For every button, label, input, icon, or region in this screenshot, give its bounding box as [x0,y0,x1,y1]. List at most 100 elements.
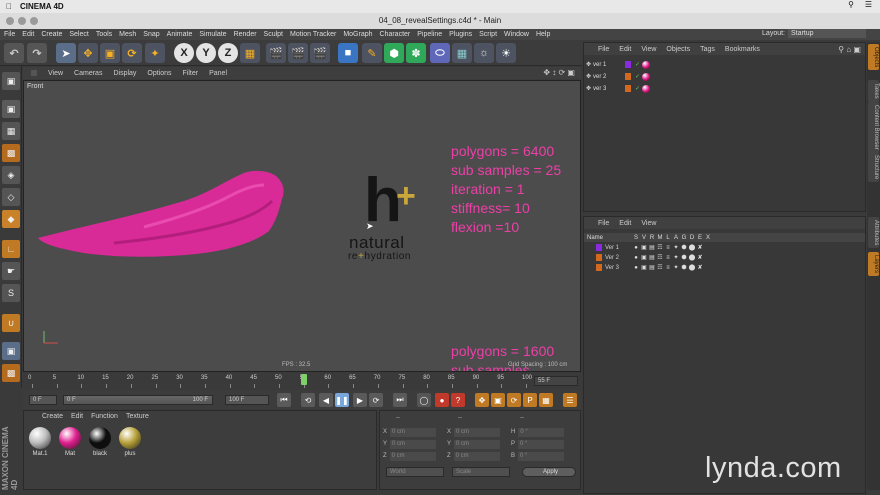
goto-start-icon[interactable]: ⏮ [277,393,291,407]
layer-toggle-icon[interactable]: ▤ [648,254,656,261]
cube-primitive-icon[interactable]: ■ [338,43,358,63]
front-viewport[interactable]: Front h + natural re+hydration ➤ polygon… [23,80,581,372]
lock-workplane-icon[interactable]: ▣ [2,342,20,360]
key-scale-icon[interactable]: ▣ [491,393,505,407]
coord-value[interactable]: 0 cm [390,427,437,437]
layer-row[interactable]: Ver 1 ● ▣ ▤ ☶ ≡ ✦ ⬢ ⬤ ✘ [584,243,865,252]
layer-toggle-icon[interactable]: ⬢ [680,254,688,261]
layer-menu-edit[interactable]: Edit [619,220,631,229]
planar-workplane-icon[interactable]: ▩ [2,364,20,382]
record-keys-icon[interactable]: ◯ [417,393,431,407]
deformer-icon[interactable]: ⬭ [430,43,450,63]
viewport-menu-display[interactable]: Display [113,70,136,77]
menu-simulate[interactable]: Simulate [199,31,226,38]
tweak-mode-icon[interactable]: ☛ [2,262,20,280]
z-axis-button[interactable]: Z [218,43,238,63]
search-icon[interactable]: ⚲ [848,0,854,9]
object-name[interactable]: ver 1 [593,62,623,68]
layer-toggle-icon[interactable]: ≡ [664,255,672,261]
layer-color-swatch[interactable] [625,85,632,92]
viewport-navigation-icons[interactable]: ✥ ↕ ⟳ ▣ [543,68,575,77]
coord-value[interactable]: 0 cm [389,451,436,461]
layer-toggle-icon[interactable]: ✦ [672,254,680,261]
menu-render[interactable]: Render [234,31,257,38]
layer-toggle-icon[interactable]: ≡ [664,265,672,271]
points-mode-icon[interactable]: ◈ [2,166,20,184]
visibility-check-icon[interactable]: ✓ [635,61,640,68]
layout-select[interactable]: Startup [788,29,866,38]
coord-field-z[interactable]: Z0 cm [383,451,436,461]
material-menu-texture[interactable]: Texture [126,413,149,420]
make-editable-icon[interactable]: ▣ [2,72,20,90]
object-menu-edit[interactable]: Edit [619,46,631,55]
coord-value[interactable]: 0 cm [454,439,501,449]
timeline-window-icon[interactable]: ☰ [563,393,577,407]
menu-sculpt[interactable]: Sculpt [264,31,283,38]
menu-pipeline[interactable]: Pipeline [417,31,442,38]
coordinate-system-icon[interactable]: ▦ [240,43,260,63]
magnet-icon[interactable]: ∪ [2,314,20,332]
layer-toggle-icon[interactable]: ✘ [696,244,704,251]
material-tag-icon[interactable] [642,60,651,69]
coord-field-h[interactable]: H0 ° [511,427,565,437]
coord-value[interactable]: 0 ° [518,451,565,461]
start-frame-field[interactable]: 0 F [29,395,57,405]
menu-script[interactable]: Script [479,31,497,38]
object-manager-tools-icons[interactable]: ⚲ ⌂ ▣ [838,45,861,54]
key-position-icon[interactable]: ✥ [475,393,489,407]
layer-toggle-icon[interactable]: ▣ [640,264,648,271]
layer-toggle-icon[interactable]: ▣ [640,254,648,261]
material-menu-create[interactable]: Create [42,413,63,420]
render-settings-icon[interactable]: 🎬 [310,43,330,63]
texture-mode-icon[interactable]: ▦ [2,122,20,140]
app-menu-name[interactable]: CINEMA 4D [20,2,64,11]
layer-toggle-icon[interactable]: ▣ [640,244,648,251]
coord-field-b[interactable]: B0 ° [511,451,565,461]
y-axis-button[interactable]: Y [196,43,216,63]
next-key-icon[interactable]: ⟳ [369,393,383,407]
object-menu-view[interactable]: View [641,46,656,55]
coord-field-y[interactable]: Y0 cm [447,439,501,449]
close-window-button[interactable] [6,17,14,25]
apple-icon[interactable]:  [6,2,12,11]
layer-toggle-icon[interactable]: ✘ [696,254,704,261]
current-frame-field[interactable]: 55 F [534,376,578,386]
scale-tool-icon[interactable]: ▣ [100,43,120,63]
menu-edit[interactable]: Edit [22,31,34,38]
layer-menu-view[interactable]: View [641,220,656,229]
select-arrow-icon[interactable]: ➤ [56,43,76,63]
coord-mode-select[interactable]: World [386,467,444,477]
material-menu-edit[interactable]: Edit [71,413,83,420]
layer-color-swatch[interactable] [625,73,632,80]
viewport-menu-filter[interactable]: Filter [183,70,199,77]
coord-field-y[interactable]: Y0 cm [383,439,437,449]
apply-button[interactable]: Apply [522,467,576,477]
object-menu-tags[interactable]: Tags [700,46,715,55]
layer-toggle-icon[interactable]: ✘ [696,264,704,271]
layer-name[interactable]: Ver 2 [602,255,632,261]
rotate-tool-icon[interactable]: ⟳ [122,43,142,63]
material-tag-icon[interactable] [642,72,651,81]
menu-plugins[interactable]: Plugins [449,31,472,38]
x-axis-button[interactable]: X [174,43,194,63]
menu-list-icon[interactable]: ☰ [865,0,872,9]
polygons-mode-icon[interactable]: ◆ [2,210,20,228]
object-name[interactable]: ver 2 [593,74,623,80]
material-swatch[interactable]: Mat.1 [27,427,53,457]
material-swatch[interactable]: plus [117,427,143,457]
subdivision-icon[interactable]: ⬢ [384,43,404,63]
axis-mode-icon[interactable]: ∟ [2,240,20,258]
layer-name[interactable]: Ver 1 [602,245,632,251]
key-parameter-icon[interactable]: P [523,393,537,407]
coord-value[interactable]: 0 ° [518,439,565,449]
menu-snap[interactable]: Snap [143,31,159,38]
menu-animate[interactable]: Animate [167,31,193,38]
viewport-menu-cameras[interactable]: Cameras [74,70,102,77]
model-mode-icon[interactable]: ▣ [2,100,20,118]
menu-character[interactable]: Character [380,31,411,38]
edges-mode-icon[interactable]: ◇ [2,188,20,206]
pen-spline-icon[interactable]: ✎ [362,43,382,63]
object-menu-bookmarks[interactable]: Bookmarks [725,46,760,55]
autokey-icon[interactable]: ● [435,393,449,407]
layer-toggle-icon[interactable]: ▤ [648,264,656,271]
